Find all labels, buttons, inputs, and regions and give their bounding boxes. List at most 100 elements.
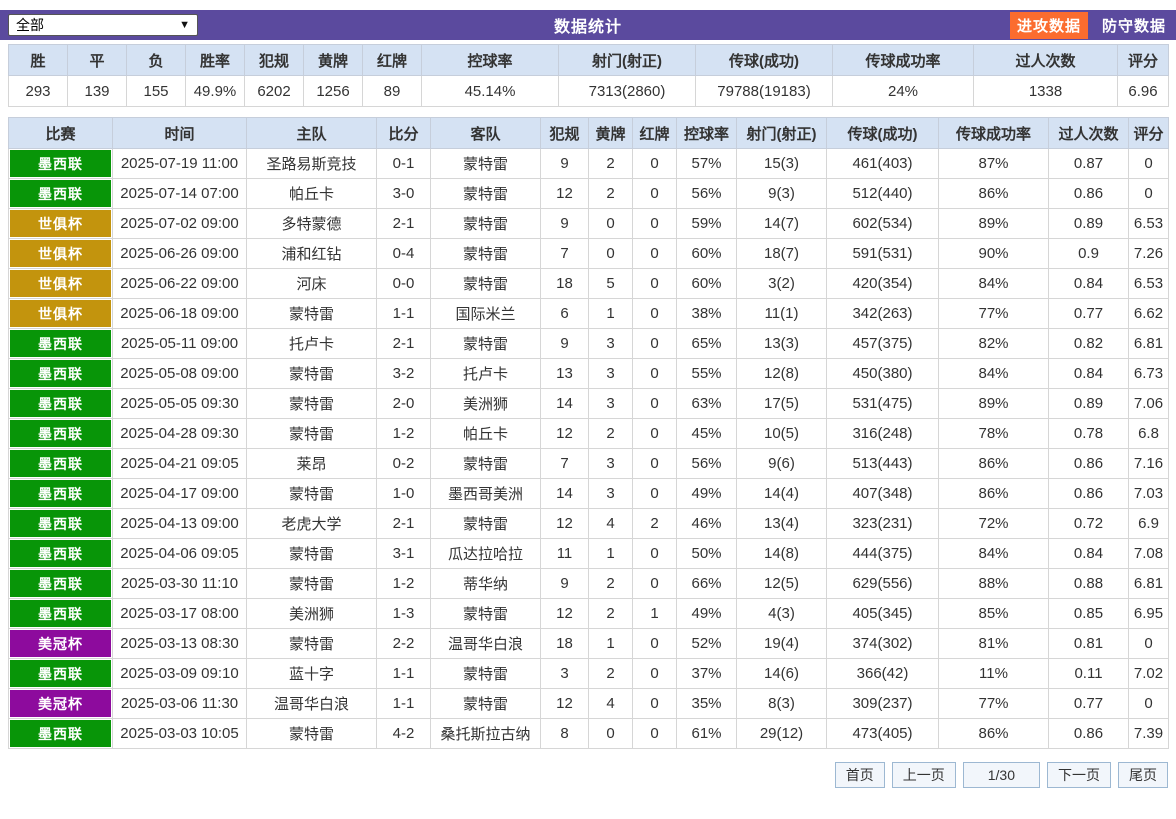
match-data-cell: 3-0: [376, 178, 431, 209]
table-row: 墨西联 2025-07-14 07:00 帕丘卡 3-0 蒙特雷 12 2 0 56% 9(3) 5…: [8, 178, 1169, 209]
match-data-cell: 9(3): [736, 178, 827, 209]
match-data-cell: 629(556): [826, 568, 939, 599]
match-data-cell: 1-1: [376, 298, 431, 329]
match-data-cell: 60%: [676, 268, 737, 299]
league-badge: 美冠杯: [10, 630, 111, 657]
match-data-cell: 蒙特雷: [430, 508, 541, 539]
match-data-cell: 18: [540, 628, 589, 659]
match-data-cell: 88%: [938, 568, 1049, 599]
match-data-cell: 桑托斯拉古纳: [430, 718, 541, 749]
league-badge: 世俱杯: [10, 270, 111, 297]
match-data-cell: 37%: [676, 658, 737, 689]
match-data-cell: 3: [588, 478, 633, 509]
match-data-cell: 1-2: [376, 418, 431, 449]
match-data-cell: 7: [540, 238, 589, 269]
league-cell: 墨西联: [8, 568, 113, 599]
match-data-cell: 2025-04-28 09:30: [112, 418, 247, 449]
match-data-cell: 49%: [676, 478, 737, 509]
last-page-button[interactable]: 尾页: [1118, 762, 1168, 788]
match-data-cell: 1: [632, 598, 677, 629]
league-cell: 墨西联: [8, 598, 113, 629]
first-page-button[interactable]: 首页: [834, 762, 885, 788]
match-data-cell: 0.86: [1048, 478, 1129, 509]
match-data-cell: 2025-07-02 09:00: [112, 208, 247, 239]
match-data-cell: 0: [632, 658, 677, 689]
match-data-cell: 0.84: [1048, 358, 1129, 389]
league-badge: 墨西联: [10, 330, 111, 357]
match-data-cell: 3-1: [376, 538, 431, 569]
match-data-cell: 2025-06-26 09:00: [112, 238, 247, 269]
league-badge: 世俱杯: [10, 240, 111, 267]
match-data-cell: 1: [588, 628, 633, 659]
match-data-cell: 461(403): [826, 148, 939, 179]
match-data-cell: 老虎大学: [246, 508, 377, 539]
match-data-cell: 3-2: [376, 358, 431, 389]
match-data-cell: 蒙特雷: [246, 358, 377, 389]
summary-value-cell: 7313(2860): [558, 75, 696, 107]
league-badge: 墨西联: [10, 360, 111, 387]
match-data-cell: 浦和红钻: [246, 238, 377, 269]
matches-col-header: 传球(成功): [826, 117, 939, 149]
match-data-cell: 2025-05-05 09:30: [112, 388, 247, 419]
table-row: 墨西联 2025-04-28 09:30 蒙特雷 1-2 帕丘卡 12 2 0 45% 10(5)…: [8, 418, 1169, 449]
match-data-cell: 0.77: [1048, 298, 1129, 329]
match-data-cell: 6.73: [1128, 358, 1169, 389]
match-data-cell: 2025-07-19 11:00: [112, 148, 247, 179]
match-data-cell: 86%: [938, 478, 1049, 509]
next-page-button[interactable]: 下一页: [1047, 762, 1111, 788]
summary-col-header: 胜: [8, 44, 68, 76]
match-data-cell: 602(534): [826, 208, 939, 239]
match-data-cell: 0: [632, 328, 677, 359]
match-data-cell: 82%: [938, 328, 1049, 359]
league-filter-select[interactable]: 全部 ▼: [8, 14, 198, 36]
matches-col-header: 客队: [430, 117, 541, 149]
match-data-cell: 1-3: [376, 598, 431, 629]
match-data-cell: 9: [540, 208, 589, 239]
match-data-cell: 0: [588, 238, 633, 269]
summary-value-cell: 24%: [832, 75, 974, 107]
match-data-cell: 温哥华白浪: [246, 688, 377, 719]
page-indicator[interactable]: 1/30: [962, 762, 1040, 788]
match-data-cell: 15(3): [736, 148, 827, 179]
match-data-cell: 12: [540, 508, 589, 539]
match-data-cell: 45%: [676, 418, 737, 449]
league-cell: 世俱杯: [8, 208, 113, 239]
match-data-cell: 蒙特雷: [430, 178, 541, 209]
match-data-cell: 12(5): [736, 568, 827, 599]
match-data-cell: 450(380): [826, 358, 939, 389]
match-data-cell: 12(8): [736, 358, 827, 389]
league-cell: 世俱杯: [8, 238, 113, 269]
matches-col-header: 射门(射正): [736, 117, 827, 149]
chevron-down-icon: ▼: [179, 19, 190, 31]
league-cell: 墨西联: [8, 148, 113, 179]
table-row: 墨西联 2025-07-19 11:00 圣路易斯竞技 0-1 蒙特雷 9 2 0 57% 15(…: [8, 148, 1169, 179]
match-data-cell: 美洲狮: [246, 598, 377, 629]
match-data-cell: 蒙特雷: [430, 268, 541, 299]
league-cell: 墨西联: [8, 358, 113, 389]
match-data-cell: 0: [588, 718, 633, 749]
matches-table: 比赛 时间 主队 比分 客队 犯规 黄牌 红牌 控球率 射门(射正) 传球(成功) 传球成功率 过人次数…: [8, 117, 1169, 749]
summary-value-cell: 89: [362, 75, 422, 107]
match-data-cell: 9: [540, 328, 589, 359]
summary-col-header: 红牌: [362, 44, 422, 76]
match-data-cell: 蒙特雷: [246, 568, 377, 599]
match-data-cell: 0.78: [1048, 418, 1129, 449]
defense-data-button[interactable]: 防守数据: [1100, 12, 1168, 39]
prev-page-button[interactable]: 上一页: [891, 762, 956, 788]
summary-value-cell: 6202: [244, 75, 304, 107]
match-data-cell: 蒙特雷: [430, 328, 541, 359]
match-data-cell: 11%: [938, 658, 1049, 689]
data-mode-switch: 进攻数据 防守数据: [1009, 11, 1168, 39]
match-data-cell: 513(443): [826, 448, 939, 479]
summary-table: 胜平负胜率 犯规 黄牌 红牌 控球率 射门(射正) 传球(成功) 传球成功率 过人次数 评分 29…: [8, 44, 1169, 107]
match-data-cell: 9(6): [736, 448, 827, 479]
match-data-cell: 9: [540, 148, 589, 179]
league-cell: 墨西联: [8, 448, 113, 479]
attack-data-button[interactable]: 进攻数据: [1009, 11, 1088, 39]
matches-col-header: 控球率: [676, 117, 737, 149]
summary-col-header: 控球率: [421, 44, 559, 76]
match-data-cell: 0.84: [1048, 268, 1129, 299]
match-data-cell: 0-0: [376, 268, 431, 299]
match-data-cell: 60%: [676, 238, 737, 269]
matches-col-header: 评分: [1128, 117, 1169, 149]
